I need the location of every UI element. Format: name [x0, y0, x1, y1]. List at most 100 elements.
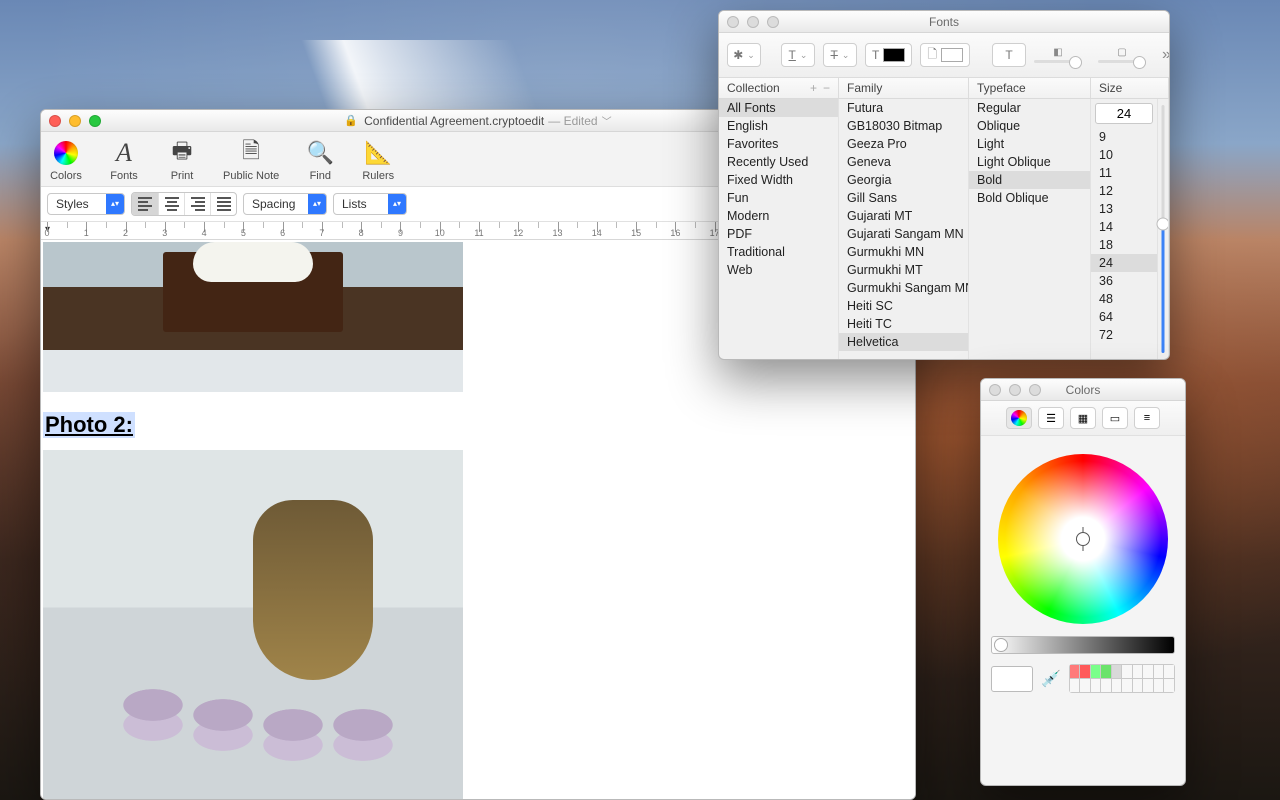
image-tab[interactable]: ▭ — [1102, 407, 1128, 429]
list-item[interactable]: Fun — [719, 189, 838, 207]
pencils-tab[interactable]: ≡ — [1134, 407, 1160, 429]
list-item[interactable]: Geneva — [839, 153, 968, 171]
list-item[interactable]: Fixed Width — [719, 171, 838, 189]
strike-menu[interactable]: T⌄ — [823, 43, 857, 67]
list-item[interactable]: 12 — [1091, 182, 1157, 200]
list-item[interactable]: 13 — [1091, 200, 1157, 218]
list-item[interactable]: Light — [969, 135, 1090, 153]
minimize-button[interactable] — [1009, 384, 1021, 396]
title-dropdown-icon[interactable]: ﹀ — [602, 113, 612, 128]
list-item[interactable]: Gurmukhi MN — [839, 243, 968, 261]
colors-titlebar[interactable]: Colors — [981, 379, 1185, 401]
photo2-caption[interactable]: Photo 2: — [43, 412, 135, 438]
list-item[interactable]: Helvetica — [839, 333, 968, 351]
list-item[interactable]: 48 — [1091, 290, 1157, 308]
close-button[interactable] — [727, 16, 739, 28]
list-item[interactable]: Favorites — [719, 135, 838, 153]
close-button[interactable] — [989, 384, 1001, 396]
collection-list[interactable]: All FontsEnglishFavoritesRecently UsedFi… — [719, 99, 839, 359]
lists-select[interactable]: Lists ▴▾ — [333, 193, 407, 215]
list-item[interactable]: 18 — [1091, 236, 1157, 254]
list-item[interactable]: 11 — [1091, 164, 1157, 182]
rulers-toolbar-button[interactable]: 📐 Rulers — [357, 134, 399, 182]
shadow-opacity-slider[interactable] — [1034, 60, 1082, 63]
list-item[interactable]: Geeza Pro — [839, 135, 968, 153]
public-note-toolbar-button[interactable]: 🗎 Public Note — [219, 134, 283, 182]
list-item[interactable]: Gurmukhi MT — [839, 261, 968, 279]
typeface-list[interactable]: RegularObliqueLightLight ObliqueBoldBold… — [969, 99, 1091, 359]
styles-select[interactable]: Styles ▴▾ — [47, 193, 125, 215]
list-item[interactable]: Web — [719, 261, 838, 279]
image-photo-2[interactable] — [43, 450, 463, 799]
zoom-button[interactable] — [1029, 384, 1041, 396]
doc-color-button[interactable]: 🗋 — [920, 43, 970, 67]
image-photo-1[interactable] — [43, 242, 463, 392]
list-item[interactable]: 14 — [1091, 218, 1157, 236]
find-toolbar-button[interactable]: 🔍 Find — [299, 134, 341, 182]
align-right-button[interactable] — [184, 193, 210, 215]
saved-swatches[interactable] — [1069, 664, 1175, 693]
spacing-select[interactable]: Spacing ▴▾ — [243, 193, 327, 215]
list-item[interactable]: English — [719, 117, 838, 135]
size-slider[interactable] — [1157, 99, 1168, 359]
more-icon[interactable]: » — [1162, 46, 1170, 64]
list-item[interactable]: Bold Oblique — [969, 189, 1090, 207]
brightness-knob[interactable] — [994, 638, 1008, 652]
eyedropper-button[interactable]: 💉 — [1041, 669, 1061, 689]
ruler-number: 13 — [553, 228, 563, 238]
list-item[interactable]: Heiti SC — [839, 297, 968, 315]
list-item[interactable]: Futura — [839, 99, 968, 117]
text-color-button[interactable]: T — [865, 43, 912, 67]
list-item[interactable]: Modern — [719, 207, 838, 225]
list-item[interactable]: Gujarati MT — [839, 207, 968, 225]
list-item[interactable]: 64 — [1091, 308, 1157, 326]
colors-toolbar-button[interactable]: Colors — [45, 134, 87, 182]
print-toolbar-button[interactable]: 🖶 Print — [161, 134, 203, 182]
fonts-toolbar-button[interactable]: A Fonts — [103, 134, 145, 182]
remove-collection-button[interactable]: − — [823, 81, 830, 95]
fonts-titlebar[interactable]: Fonts — [719, 11, 1169, 33]
list-item[interactable]: Oblique — [969, 117, 1090, 135]
list-item[interactable]: 9 — [1091, 128, 1157, 146]
list-item[interactable]: Gurmukhi Sangam MN — [839, 279, 968, 297]
zoom-button[interactable] — [89, 115, 101, 127]
align-center-button[interactable] — [158, 193, 184, 215]
wheel-tab[interactable] — [1006, 407, 1032, 429]
current-color-swatch[interactable] — [991, 666, 1033, 692]
align-left-button[interactable] — [132, 193, 158, 215]
list-item[interactable]: Regular — [969, 99, 1090, 117]
minimize-button[interactable] — [747, 16, 759, 28]
list-item[interactable]: 24 — [1091, 254, 1157, 272]
list-item[interactable]: Recently Used — [719, 153, 838, 171]
add-collection-button[interactable]: + — [810, 81, 817, 95]
list-item[interactable]: Gill Sans — [839, 189, 968, 207]
color-wheel-cursor[interactable] — [1076, 532, 1090, 546]
fonts-action-menu[interactable]: ✱⌄ — [727, 43, 761, 67]
zoom-button[interactable] — [767, 16, 779, 28]
list-item[interactable]: Light Oblique — [969, 153, 1090, 171]
sliders-tab[interactable]: ☰ — [1038, 407, 1064, 429]
list-item[interactable]: Gujarati Sangam MN — [839, 225, 968, 243]
list-item[interactable]: All Fonts — [719, 99, 838, 117]
size-input[interactable] — [1095, 103, 1153, 124]
list-item[interactable]: PDF — [719, 225, 838, 243]
close-button[interactable] — [49, 115, 61, 127]
list-item[interactable]: GB18030 Bitmap — [839, 117, 968, 135]
minimize-button[interactable] — [69, 115, 81, 127]
typography-button[interactable]: T — [992, 43, 1026, 67]
size-list[interactable]: 91011121314182436486472 — [1091, 128, 1157, 359]
list-item[interactable]: Georgia — [839, 171, 968, 189]
palettes-tab[interactable]: ▦ — [1070, 407, 1096, 429]
family-list[interactable]: FuturaGB18030 BitmapGeeza ProGenevaGeorg… — [839, 99, 969, 359]
brightness-slider[interactable] — [991, 636, 1175, 654]
list-item[interactable]: Bold — [969, 171, 1090, 189]
list-item[interactable]: 72 — [1091, 326, 1157, 344]
list-item[interactable]: 36 — [1091, 272, 1157, 290]
list-item[interactable]: 10 — [1091, 146, 1157, 164]
shadow-blur-slider[interactable] — [1098, 60, 1146, 63]
color-wheel[interactable] — [998, 454, 1168, 624]
list-item[interactable]: Heiti TC — [839, 315, 968, 333]
underline-menu[interactable]: T⌄ — [781, 43, 815, 67]
align-justify-button[interactable] — [210, 193, 236, 215]
list-item[interactable]: Traditional — [719, 243, 838, 261]
